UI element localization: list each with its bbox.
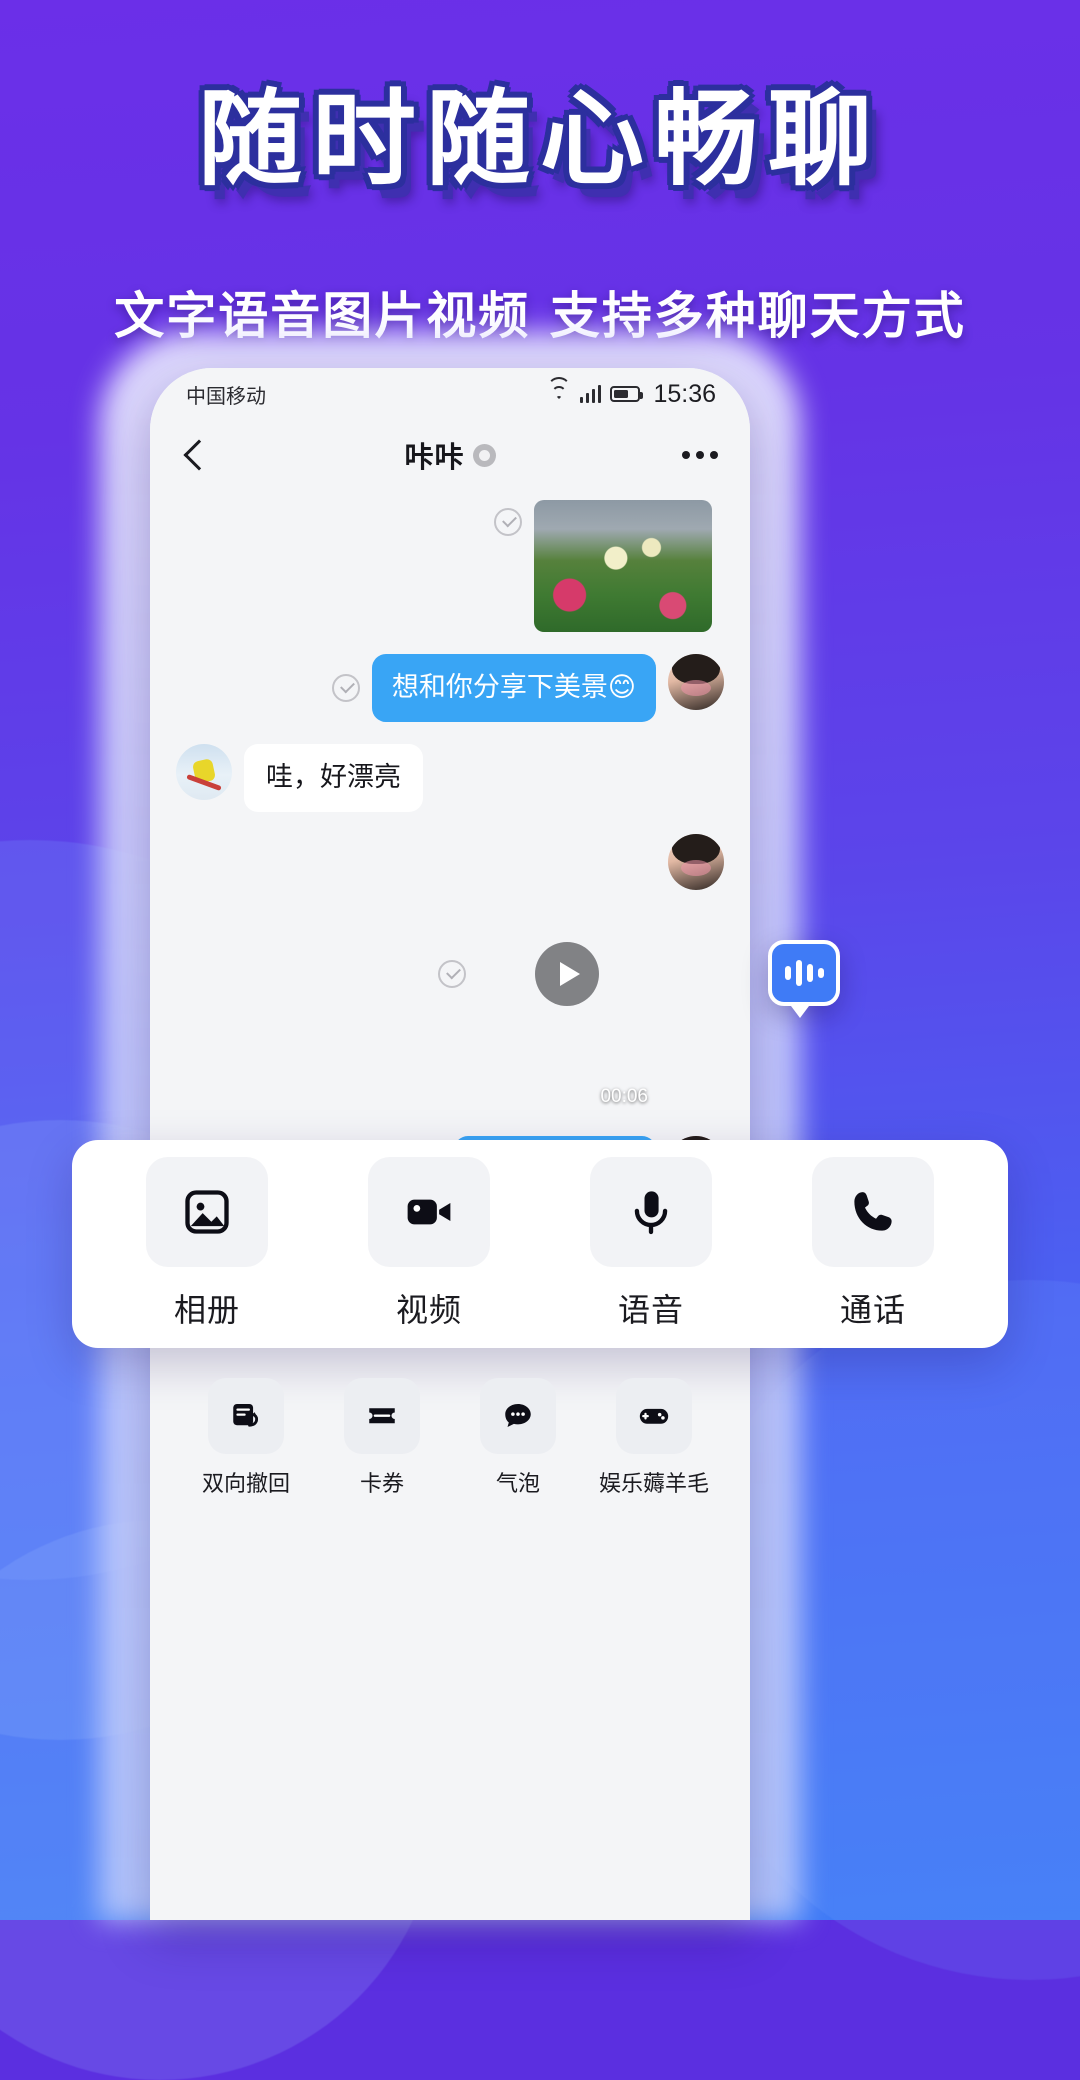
attachment-action-panel: 相册 视频 语音 通话 (72, 1140, 1008, 1348)
recall-message-icon[interactable] (208, 1378, 284, 1454)
action-label: 视频 (395, 1292, 462, 1328)
wifi-icon (546, 377, 571, 403)
play-icon[interactable] (535, 941, 599, 1006)
tool-label: 双向撤回 (201, 1471, 290, 1496)
action-label: 相册 (173, 1292, 240, 1328)
action-item-video[interactable]: 视频 (349, 1157, 509, 1331)
read-check-icon (438, 959, 466, 988)
avatar[interactable] (668, 654, 724, 710)
signal-bars-icon (579, 385, 602, 403)
action-item-album[interactable]: 相册 (127, 1157, 287, 1331)
action-label: 通话 (839, 1292, 906, 1328)
secondary-tool-row: 双向撤回 卡券 气泡 娱乐薅羊毛 (190, 1378, 710, 1498)
action-label: 语音 (617, 1292, 684, 1328)
more-dots-icon[interactable] (682, 451, 718, 459)
tool-item-recall[interactable]: 双向撤回 (190, 1378, 302, 1498)
phone-call-icon[interactable] (812, 1157, 934, 1267)
status-time: 15:36 (653, 379, 716, 408)
message-row-text: 想和你分享下美景😊 (176, 654, 724, 722)
video-camera-icon[interactable] (368, 1157, 490, 1267)
tool-item-entertainment[interactable]: 娱乐薅羊毛 (598, 1378, 710, 1498)
game-controller-icon[interactable] (616, 1378, 692, 1454)
status-carrier: 中国移动 (186, 385, 266, 408)
tool-label: 卡券 (359, 1471, 404, 1496)
message-row-video: 00:06 (176, 833, 724, 1114)
tool-item-coupon[interactable]: 卡券 (326, 1378, 438, 1498)
photo-album-icon[interactable] (146, 1157, 268, 1267)
coupon-icon[interactable] (344, 1378, 420, 1454)
avatar[interactable] (668, 833, 724, 890)
chat-title: 咔咔 (404, 442, 465, 474)
message-row-image (176, 500, 724, 632)
promo-headline-wrap: 随时随心畅聊 (0, 78, 1080, 201)
action-item-voice[interactable]: 语音 (571, 1157, 731, 1331)
avatar[interactable] (176, 743, 232, 800)
chat-header: 咔咔 (150, 420, 750, 490)
back-chevron-icon[interactable] (183, 439, 215, 471)
message-video[interactable]: 00:06 (478, 834, 656, 1114)
video-duration: 00:06 (600, 1085, 648, 1107)
message-row-text: 哇，好漂亮 (176, 743, 724, 812)
chat-title-wrap: 咔咔 (150, 434, 750, 476)
action-item-call[interactable]: 通话 (793, 1157, 953, 1331)
read-check-icon (331, 673, 360, 702)
status-indicators: 15:36 (546, 377, 716, 409)
message-bubble-incoming[interactable]: 哇，好漂亮 (244, 743, 423, 812)
tool-label: 娱乐薅羊毛 (598, 1471, 709, 1496)
promo-headline: 随时随心畅聊 (197, 78, 882, 200)
message-bubble-outgoing[interactable]: 想和你分享下美景😊 (371, 654, 656, 722)
battery-icon (610, 386, 644, 402)
read-check-icon (494, 508, 522, 536)
tool-label: 气泡 (495, 1471, 540, 1496)
member-badge-icon (472, 443, 496, 467)
message-image[interactable] (534, 500, 712, 632)
status-bar: 中国移动 15:36 (150, 368, 750, 420)
chat-bubble-icon[interactable] (480, 1378, 556, 1454)
voice-wave-icon[interactable] (768, 940, 840, 1018)
tool-item-bubble[interactable]: 气泡 (462, 1378, 574, 1498)
microphone-icon[interactable] (590, 1157, 712, 1267)
